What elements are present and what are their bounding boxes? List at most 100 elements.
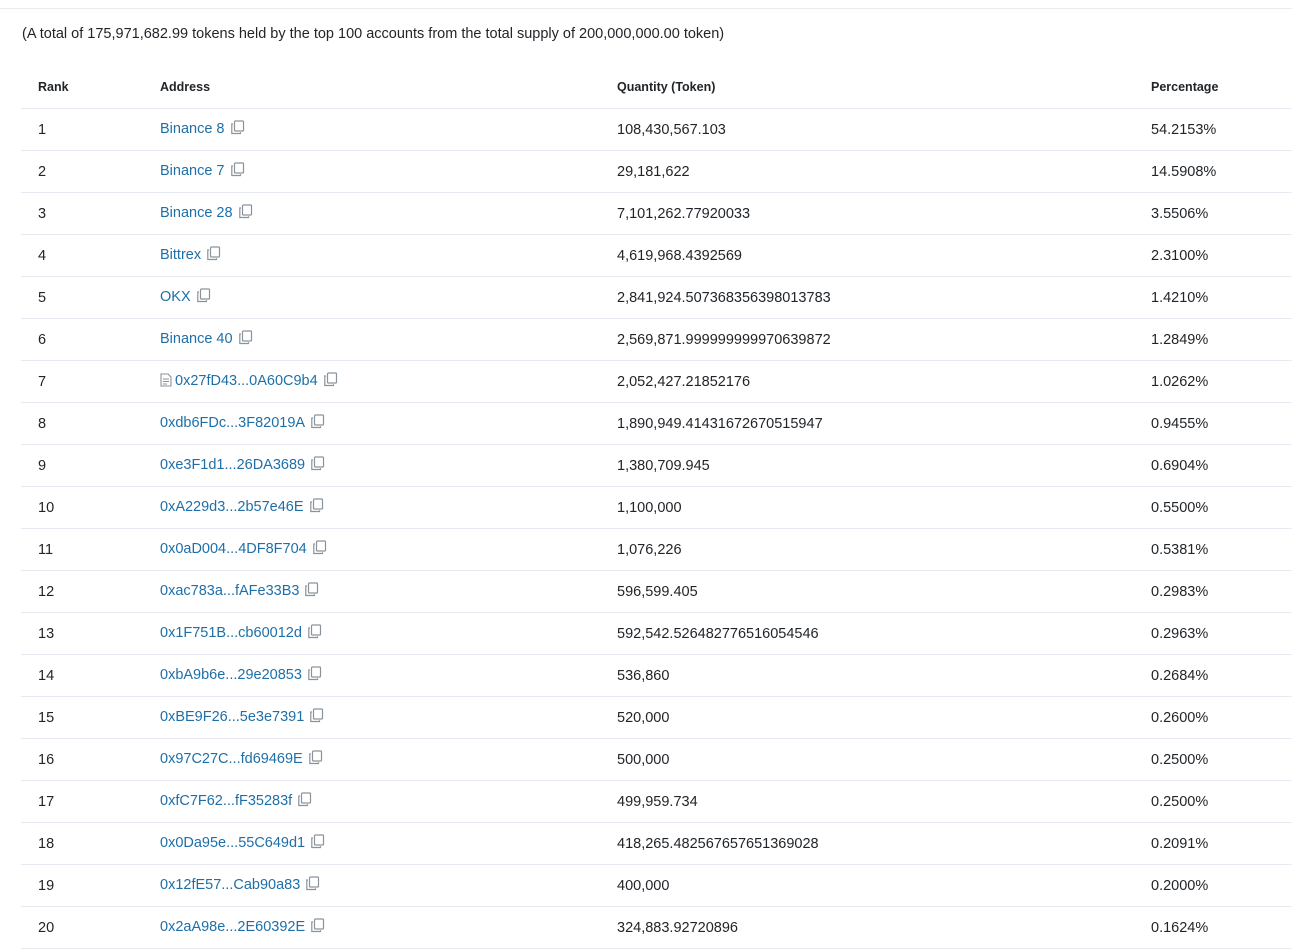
address-cell: 0x97C27C...fd69469E bbox=[160, 738, 617, 781]
holder-address-link[interactable]: 0xA229d3...2b57e46E bbox=[160, 499, 304, 515]
address-cell: 0xdb6FDc...3F82019A bbox=[160, 402, 617, 445]
copy-icon[interactable] bbox=[312, 540, 327, 559]
holder-address-link[interactable]: 0xe3F1d1...26DA3689 bbox=[160, 457, 305, 473]
rank-cell: 8 bbox=[21, 402, 160, 445]
copy-icon[interactable] bbox=[307, 624, 322, 643]
address-cell: OKX bbox=[160, 276, 617, 319]
holder-address-link[interactable]: 0x0Da95e...55C649d1 bbox=[160, 835, 305, 851]
copy-icon[interactable] bbox=[309, 708, 324, 727]
top-divider bbox=[0, 8, 1292, 9]
holder-address-link[interactable]: Binance 40 bbox=[160, 331, 233, 347]
holder-address-link[interactable]: 0x27fD43...0A60C9b4 bbox=[175, 373, 318, 389]
address-cell: 0xac783a...fAFe33B3 bbox=[160, 570, 617, 613]
copy-icon[interactable] bbox=[230, 162, 245, 181]
holder-address-link[interactable]: 0x0aD004...4DF8F704 bbox=[160, 541, 307, 557]
copy-icon[interactable] bbox=[308, 750, 323, 769]
percentage-cell: 0.2091% bbox=[1151, 822, 1292, 865]
address-cell: 0x0aD004...4DF8F704 bbox=[160, 528, 617, 571]
rank-cell: 18 bbox=[21, 822, 160, 865]
percentage-cell: 1.2849% bbox=[1151, 318, 1292, 361]
holder-address-link[interactable]: Bittrex bbox=[160, 247, 201, 263]
table-body: 1 Binance 8 108,430,567.103 54.2153% 2 Binanc… bbox=[21, 108, 1292, 949]
rank-cell: 12 bbox=[21, 570, 160, 613]
holder-address-link[interactable]: 0x2aA98e...2E60392E bbox=[160, 919, 305, 935]
rank-cell: 10 bbox=[21, 486, 160, 529]
quantity-cell: 7,101,262.77920033 bbox=[617, 192, 1151, 235]
table-row: 14 0xbA9b6e...29e20853 536,860 0.2684% bbox=[21, 654, 1292, 697]
percentage-cell: 0.9455% bbox=[1151, 402, 1292, 445]
holder-address-link[interactable]: Binance 28 bbox=[160, 205, 233, 221]
address-cell: 0xBE9F26...5e3e7391 bbox=[160, 696, 617, 739]
column-header-address: Address bbox=[160, 66, 617, 109]
table-row: 13 0x1F751B...cb60012d 592,542.52648277651… bbox=[21, 612, 1292, 655]
copy-icon[interactable] bbox=[230, 120, 245, 139]
percentage-cell: 0.2500% bbox=[1151, 738, 1292, 781]
table-row: 12 0xac783a...fAFe33B3 596,599.405 0.2983% bbox=[21, 570, 1292, 613]
copy-icon[interactable] bbox=[323, 372, 338, 391]
copy-icon[interactable] bbox=[310, 414, 325, 433]
quantity-cell: 400,000 bbox=[617, 864, 1151, 907]
copy-icon[interactable] bbox=[238, 330, 253, 349]
holder-address-link[interactable]: Binance 8 bbox=[160, 121, 225, 137]
column-header-percentage: Percentage bbox=[1151, 66, 1292, 109]
table-row: 3 Binance 28 7,101,262.77920033 3.5506% bbox=[21, 192, 1292, 235]
copy-icon[interactable] bbox=[310, 918, 325, 937]
holders-summary: (A total of 175,971,682.99 tokens held b… bbox=[22, 26, 725, 42]
quantity-cell: 1,380,709.945 bbox=[617, 444, 1151, 487]
column-header-quantity: Quantity (Token) bbox=[617, 66, 1151, 109]
holder-address-link[interactable]: 0xdb6FDc...3F82019A bbox=[160, 415, 305, 431]
address-cell: 0x2aA98e...2E60392E bbox=[160, 906, 617, 949]
holder-address-link[interactable]: 0x12fE57...Cab90a83 bbox=[160, 877, 300, 893]
percentage-cell: 1.4210% bbox=[1151, 276, 1292, 319]
rank-cell: 17 bbox=[21, 780, 160, 823]
copy-icon[interactable] bbox=[309, 498, 324, 517]
holder-address-link[interactable]: 0xfC7F62...fF35283f bbox=[160, 793, 292, 809]
copy-icon[interactable] bbox=[310, 456, 325, 475]
quantity-cell: 2,841,924.507368356398013783 bbox=[617, 276, 1151, 319]
table-row: 2 Binance 7 29,181,622 14.5908% bbox=[21, 150, 1292, 193]
address-cell: Binance 8 bbox=[160, 108, 617, 151]
holder-address-link[interactable]: 0xbA9b6e...29e20853 bbox=[160, 667, 302, 683]
quantity-cell: 108,430,567.103 bbox=[617, 108, 1151, 151]
copy-icon[interactable] bbox=[310, 834, 325, 853]
percentage-cell: 1.0262% bbox=[1151, 360, 1292, 403]
rank-cell: 13 bbox=[21, 612, 160, 655]
rank-cell: 4 bbox=[21, 234, 160, 277]
rank-cell: 6 bbox=[21, 318, 160, 361]
rank-cell: 3 bbox=[21, 192, 160, 235]
table-row: 4 Bittrex 4,619,968.4392569 2.3100% bbox=[21, 234, 1292, 277]
copy-icon[interactable] bbox=[305, 876, 320, 895]
percentage-cell: 0.5381% bbox=[1151, 528, 1292, 571]
holder-address-link[interactable]: Binance 7 bbox=[160, 163, 225, 179]
table-row: 8 0xdb6FDc...3F82019A 1,890,949.4143167267… bbox=[21, 402, 1292, 445]
copy-icon[interactable] bbox=[297, 792, 312, 811]
quantity-cell: 418,265.482567657651369028 bbox=[617, 822, 1151, 865]
holder-address-link[interactable]: OKX bbox=[160, 289, 191, 305]
quantity-cell: 520,000 bbox=[617, 696, 1151, 739]
holder-address-link[interactable]: 0x97C27C...fd69469E bbox=[160, 751, 303, 767]
address-cell: 0xA229d3...2b57e46E bbox=[160, 486, 617, 529]
address-cell: 0xbA9b6e...29e20853 bbox=[160, 654, 617, 697]
holder-address-link[interactable]: 0xac783a...fAFe33B3 bbox=[160, 583, 299, 599]
quantity-cell: 592,542.526482776516054546 bbox=[617, 612, 1151, 655]
copy-icon[interactable] bbox=[238, 204, 253, 223]
quantity-cell: 499,959.734 bbox=[617, 780, 1151, 823]
rank-cell: 2 bbox=[21, 150, 160, 193]
copy-icon[interactable] bbox=[307, 666, 322, 685]
rank-cell: 15 bbox=[21, 696, 160, 739]
table-row: 7 0x27fD43...0A60C9b4 2,052,427.21852176 1.… bbox=[21, 360, 1292, 403]
table-row: 15 0xBE9F26...5e3e7391 520,000 0.2600% bbox=[21, 696, 1292, 739]
quantity-cell: 596,599.405 bbox=[617, 570, 1151, 613]
rank-cell: 19 bbox=[21, 864, 160, 907]
holder-address-link[interactable]: 0x1F751B...cb60012d bbox=[160, 625, 302, 641]
copy-icon[interactable] bbox=[304, 582, 319, 601]
address-cell: 0x27fD43...0A60C9b4 bbox=[160, 360, 617, 403]
token-holders-table: Rank Address Quantity (Token) Percentage… bbox=[21, 66, 1292, 949]
percentage-cell: 0.2963% bbox=[1151, 612, 1292, 655]
copy-icon[interactable] bbox=[196, 288, 211, 307]
holder-address-link[interactable]: 0xBE9F26...5e3e7391 bbox=[160, 709, 304, 725]
copy-icon[interactable] bbox=[206, 246, 221, 265]
rank-cell: 14 bbox=[21, 654, 160, 697]
quantity-cell: 1,890,949.41431672670515947 bbox=[617, 402, 1151, 445]
percentage-cell: 0.2500% bbox=[1151, 780, 1292, 823]
